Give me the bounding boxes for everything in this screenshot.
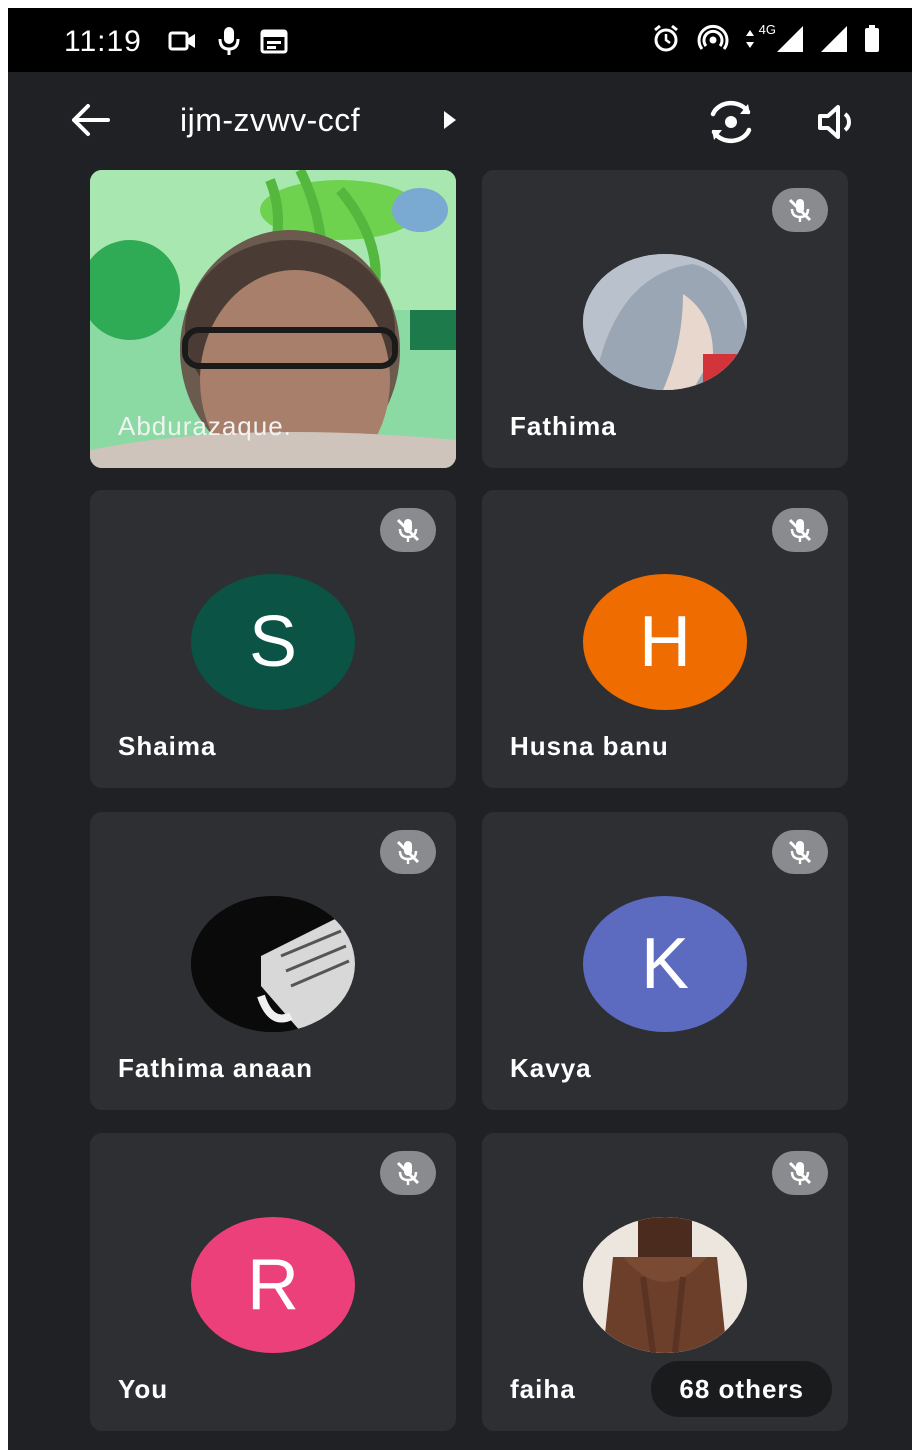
mic-muted-indicator	[380, 1151, 436, 1195]
status-bar: 11:19 4G	[8, 8, 912, 72]
participant-name: faiha	[510, 1374, 576, 1404]
participant-avatar: H	[583, 574, 747, 710]
mic-off-icon	[396, 518, 420, 542]
hotspot-icon	[697, 24, 729, 50]
data-arrows-icon	[745, 30, 754, 48]
participant-tile[interactable]: K Kavya	[482, 812, 848, 1110]
mic-muted-indicator	[772, 188, 828, 232]
participant-name: Fathima	[510, 411, 617, 441]
mic-muted-indicator	[772, 508, 828, 552]
mic-off-icon	[788, 518, 812, 542]
mic-off-icon	[788, 1161, 812, 1185]
participant-name: Fathima anaan	[118, 1053, 314, 1083]
back-arrow-icon[interactable]	[68, 98, 112, 142]
mic-off-icon	[396, 1161, 420, 1185]
participant-avatar: R	[191, 1217, 355, 1353]
participant-name: Kavya	[510, 1053, 592, 1083]
mic-muted-indicator	[380, 830, 436, 874]
participant-tile[interactable]: Fathima	[482, 170, 848, 468]
participant-name: You	[118, 1374, 169, 1404]
mic-off-icon	[788, 840, 812, 864]
participant-photo	[583, 254, 747, 390]
others-count-button[interactable]: 68 others	[651, 1361, 832, 1417]
participant-tile[interactable]: Fathima anaan	[90, 812, 456, 1110]
participant-tile[interactable]: Abdurazaque.	[90, 170, 456, 468]
switch-camera-icon[interactable]	[704, 100, 758, 144]
alarm-icon	[653, 24, 678, 52]
profile-photo	[583, 1217, 747, 1353]
calendar-icon	[260, 29, 288, 54]
meeting-code[interactable]: ijm-zvwv-ccf	[180, 102, 360, 139]
participant-photo	[583, 1217, 747, 1353]
speaker-icon[interactable]	[816, 102, 862, 142]
participant-avatar: K	[583, 896, 747, 1032]
profile-photo	[191, 896, 355, 1032]
participant-tile[interactable]: faiha 68 others	[482, 1133, 848, 1431]
signal-icon	[777, 26, 803, 52]
meet-screen: 11:19 4G ijm-zvwv-ccf Abdurazaque. Fathi…	[8, 8, 912, 1450]
participant-tile[interactable]: R You	[90, 1133, 456, 1431]
mic-off-icon	[788, 198, 812, 222]
mic-muted-indicator	[772, 1151, 828, 1195]
video-icon	[168, 31, 195, 51]
participant-name: Abdurazaque.	[118, 411, 292, 441]
participant-tile[interactable]: S Shaima	[90, 490, 456, 788]
caret-right-icon[interactable]	[442, 110, 458, 130]
mic-icon	[218, 27, 240, 55]
network-type: 4G	[758, 21, 776, 37]
status-time: 11:19	[64, 25, 142, 58]
mic-muted-indicator	[772, 830, 828, 874]
signal-icon	[821, 26, 847, 52]
profile-photo	[583, 254, 747, 390]
battery-icon	[865, 25, 879, 52]
participant-photo	[191, 896, 355, 1032]
participant-name: Husna banu	[510, 731, 669, 761]
participant-avatar: S	[191, 574, 355, 710]
mic-muted-indicator	[380, 508, 436, 552]
mic-off-icon	[396, 840, 420, 864]
meeting-header: ijm-zvwv-ccf	[8, 72, 912, 168]
participant-tile[interactable]: H Husna banu	[482, 490, 848, 788]
participant-name: Shaima	[118, 731, 217, 761]
